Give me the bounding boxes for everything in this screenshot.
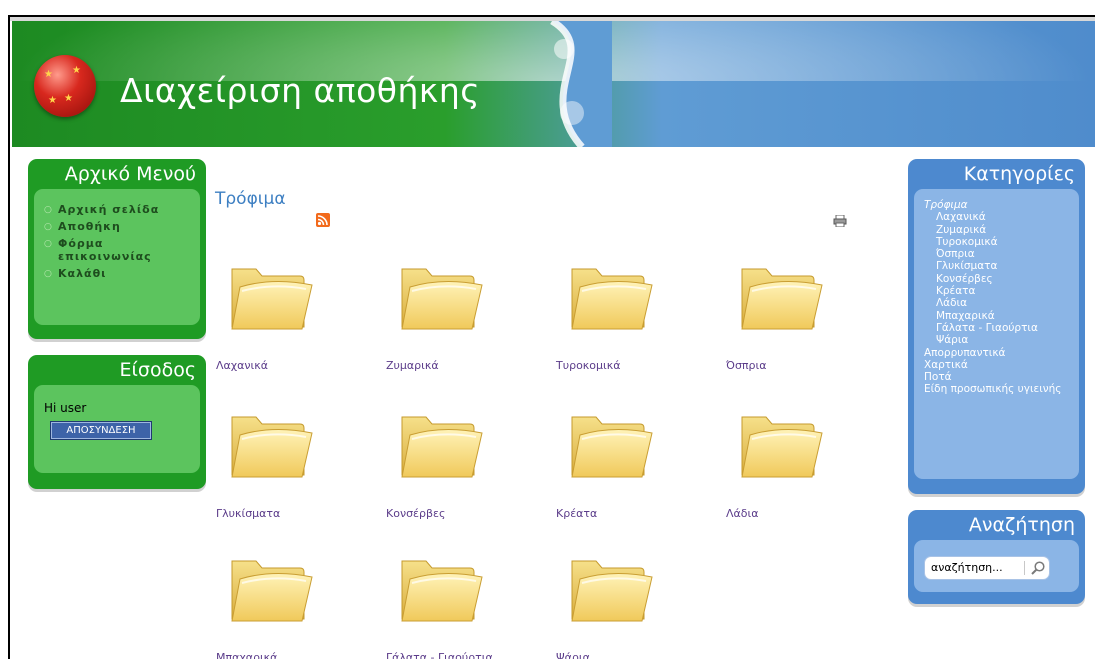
category-item[interactable]: Ποτά [924,371,1061,383]
logo-star-icon: ★ [72,65,81,76]
site-header: ★ ★ ★ ★ Διαχείριση αποθήκης [12,21,1095,147]
magnifier-icon[interactable] [1030,560,1046,576]
category-item[interactable]: Τυροκομικά [924,236,1061,248]
categories-box: Κατηγορίες Τρόφιμα Λαχανικά Ζυμαρικά Τυροκο… [908,159,1085,494]
category-item[interactable]: Γάλατα - Γιαούρτια [924,322,1061,334]
search-title: Αναζήτηση [968,514,1075,536]
main-menu-box: Αρχικό Μενού ○ Αρχική σελίδα ○ Αποθήκη ○ Φό… [28,159,206,339]
categories-list: Τρόφιμα Λαχανικά Ζυμαρικά Τυροκομικά Όσπρια Γ… [924,199,1061,396]
category-item[interactable]: Λαχανικά [924,211,1061,223]
folder-label[interactable]: Γάλατα - Γιαούρτια [386,651,493,659]
category-item[interactable]: Λάδια [924,297,1061,309]
category-item[interactable]: Απορρυπαντικά [924,347,1061,359]
menu-item-label: Αρχική σελίδα [58,203,160,216]
login-box: Είσοδος Hi user ΑΠΟΣΥΝΔΕΣΗ [28,355,206,489]
logo-star-icon: ★ [48,95,57,106]
menu-item-warehouse[interactable]: ○ Αποθήκη [44,220,168,233]
main-menu-title: Αρχικό Μενού [64,163,196,185]
folder-label[interactable]: Ψάρια [556,651,590,659]
search-input[interactable] [931,560,1017,574]
header-swoosh [550,21,612,147]
folder-label[interactable]: Μπαχαρικά [216,651,277,659]
logo-star-icon: ★ [44,69,53,80]
page-title: Τρόφιμα [215,189,286,209]
main-menu-panel: ○ Αρχική σελίδα ○ Αποθήκη ○ Φόρμα επικοινων… [34,189,200,325]
category-item[interactable]: Τρόφιμα [924,199,1061,211]
categories-title: Κατηγορίες [963,163,1075,185]
folder-icon[interactable] [388,395,488,495]
logo-star-icon: ★ [64,93,73,104]
menu-item-label: Φόρμα επικοινωνίας [58,237,152,263]
site-title: Διαχείριση αποθήκης [120,71,481,110]
search-field [924,556,1050,580]
folder-icon[interactable] [728,247,828,347]
menu-item-cart[interactable]: ○ Καλάθι [44,267,168,280]
folder-icon[interactable] [388,539,488,639]
bullet-icon: ○ [44,239,53,249]
search-separator [1024,561,1025,575]
folder-label[interactable]: Λάδια [726,507,758,520]
menu-item-contact-form[interactable]: ○ Φόρμα επικοινωνίας [44,237,168,263]
browser-viewport: ★ ★ ★ ★ Διαχείριση αποθήκης Αρχικό Μενού… [8,15,1095,659]
logout-button[interactable]: ΑΠΟΣΥΝΔΕΣΗ [50,421,152,440]
categories-panel: Τρόφιμα Λαχανικά Ζυμαρικά Τυροκομικά Όσπρια Γ… [914,189,1079,479]
login-panel: Hi user ΑΠΟΣΥΝΔΕΣΗ [34,385,200,473]
category-item[interactable]: Κονσέρβες [924,273,1061,285]
menu-item-home[interactable]: ○ Αρχική σελίδα [44,203,168,216]
folder-label[interactable]: Κρέατα [556,507,597,520]
category-item[interactable]: Κρέατα [924,285,1061,297]
main-menu-list: ○ Αρχική σελίδα ○ Αποθήκη ○ Φόρμα επικοινων… [44,203,168,284]
login-title: Είσοδος [119,359,196,381]
bullet-icon: ○ [44,205,53,215]
menu-item-label: Αποθήκη [58,220,121,233]
bullet-icon: ○ [44,269,53,279]
printer-icon[interactable] [833,215,847,227]
category-item[interactable]: Μπαχαρικά [924,310,1061,322]
folder-icon[interactable] [218,395,318,495]
folder-icon[interactable] [558,395,658,495]
folder-icon[interactable] [728,395,828,495]
folder-label[interactable]: Λαχανικά [216,359,268,372]
folder-icon[interactable] [218,539,318,639]
category-item[interactable]: Ζυμαρικά [924,224,1061,236]
folder-label[interactable]: Όσπρια [726,359,767,372]
folder-label[interactable]: Γλυκίσματα [216,507,280,520]
folder-label[interactable]: Κονσέρβες [386,507,445,520]
folder-icon[interactable] [388,247,488,347]
folder-icon[interactable] [558,539,658,639]
folder-icon[interactable] [558,247,658,347]
globe-logo-icon[interactable]: ★ ★ ★ ★ [34,55,96,117]
category-item[interactable]: Γλυκίσματα [924,260,1061,272]
folder-icon[interactable] [218,247,318,347]
rss-icon[interactable] [316,213,330,227]
folder-label[interactable]: Τυροκομικά [556,359,620,372]
category-item[interactable]: Όσπρια [924,248,1061,260]
greeting-text: Hi user [44,401,87,415]
search-box: Αναζήτηση [908,510,1085,604]
folder-label[interactable]: Ζυμαρικά [386,359,439,372]
menu-item-label: Καλάθι [58,267,107,280]
category-item[interactable]: Χαρτικά [924,359,1061,371]
category-item[interactable]: Ψάρια [924,334,1061,346]
category-item[interactable]: Είδη προσωπικής υγιεινής [924,383,1061,395]
bullet-icon: ○ [44,222,53,232]
search-panel [914,540,1079,592]
